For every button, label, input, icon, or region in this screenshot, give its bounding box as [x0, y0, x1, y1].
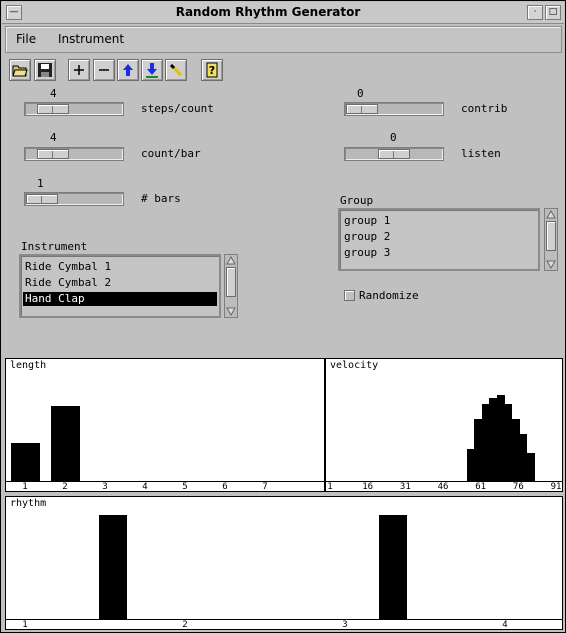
x-tick-label: 1 — [22, 482, 28, 492]
count-per-bar-value: 4 — [50, 131, 57, 144]
length-chart[interactable]: length 1 2 3 4 5 6 7 — [5, 358, 325, 492]
menu-file[interactable]: File — [16, 32, 36, 46]
bars-value: 1 — [37, 177, 44, 190]
x-tick-label: 5 — [182, 482, 188, 492]
add-button[interactable] — [68, 59, 90, 81]
x-tick-label: 2 — [62, 482, 68, 492]
x-tick-label: 7 — [262, 482, 268, 492]
slider-thumb[interactable] — [346, 104, 378, 114]
slider-thumb[interactable] — [37, 104, 69, 114]
open-button[interactable] — [9, 59, 31, 81]
list-item[interactable]: Ride Cymbal 2 — [23, 276, 217, 290]
x-tick-label: 76 — [512, 482, 524, 492]
randomize-label: Randomize — [359, 289, 419, 302]
window-menu-button[interactable]: — — [6, 5, 22, 20]
chart-bar — [99, 515, 127, 619]
scroll-down-icon[interactable] — [226, 307, 236, 316]
count-per-bar-label: count/bar — [141, 147, 201, 160]
x-tick-label: 61 — [475, 482, 487, 492]
edit-button[interactable] — [165, 59, 187, 81]
scroll-thumb[interactable] — [226, 267, 236, 297]
chart-bar — [11, 443, 40, 481]
x-tick-label: 91 — [550, 482, 562, 492]
window-title: Random Rhythm Generator — [175, 5, 361, 19]
move-up-button[interactable] — [117, 59, 139, 81]
x-tick-label: 4 — [142, 482, 148, 492]
x-tick-label: 4 — [502, 620, 508, 630]
bars-label: # bars — [141, 192, 181, 205]
chart-bar — [379, 515, 407, 619]
rhythm-chart-title: rhythm — [10, 498, 47, 509]
velocity-chart[interactable]: velocity 1 16 31 46 61 76 91 — [325, 358, 563, 492]
maximize-button[interactable]: □ — [545, 5, 561, 20]
instrument-list[interactable]: Ride Cymbal 1 Ride Cymbal 2 Hand Clap — [19, 254, 221, 318]
list-item[interactable]: Ride Cymbal 1 — [23, 260, 217, 274]
randomize-checkbox[interactable] — [344, 290, 355, 301]
help-button[interactable]: ? — [201, 59, 223, 81]
contrib-value: 0 — [357, 87, 364, 100]
slider-thumb[interactable] — [37, 149, 69, 159]
scroll-down-icon[interactable] — [546, 260, 556, 269]
x-tick-label: 46 — [437, 482, 449, 492]
x-tick-label: 2 — [182, 620, 188, 630]
steps-per-count-label: steps/count — [141, 102, 214, 115]
title-bar: — Random Rhythm Generator · □ — [2, 2, 564, 24]
scroll-up-icon[interactable] — [226, 256, 236, 265]
group-list-label: Group — [340, 194, 374, 207]
x-tick-label: 1 — [327, 482, 333, 492]
scroll-thumb[interactable] — [546, 221, 556, 251]
x-tick-label: 3 — [102, 482, 108, 492]
menu-bar: File Instrument — [5, 26, 562, 53]
steps-per-count-value: 4 — [50, 87, 57, 100]
length-chart-title: length — [10, 360, 47, 371]
instrument-list-label: Instrument — [21, 240, 88, 253]
remove-button[interactable] — [93, 59, 115, 81]
instrument-scrollbar[interactable] — [224, 254, 238, 318]
minimize-button[interactable]: · — [527, 5, 543, 20]
listen-value: 0 — [390, 131, 397, 144]
velocity-chart-title: velocity — [330, 360, 379, 371]
listen-slider[interactable] — [344, 147, 444, 161]
list-item[interactable]: group 3 — [342, 246, 536, 260]
x-axis — [6, 619, 562, 620]
x-axis — [6, 481, 324, 482]
x-tick-label: 6 — [222, 482, 228, 492]
x-tick-label: 16 — [362, 482, 374, 492]
chart-bar — [51, 406, 80, 481]
svg-text:?: ? — [209, 64, 215, 77]
chart-bar — [526, 453, 535, 481]
group-scrollbar[interactable] — [544, 208, 558, 271]
menu-instrument[interactable]: Instrument — [58, 32, 124, 46]
bars-slider[interactable] — [24, 192, 124, 206]
toolbar: ? — [5, 57, 562, 85]
list-item-selected[interactable]: Hand Clap — [23, 292, 217, 306]
list-item[interactable]: group 2 — [342, 230, 536, 244]
list-item[interactable]: group 1 — [342, 214, 536, 228]
slider-thumb[interactable] — [378, 149, 410, 159]
x-tick-label: 1 — [22, 620, 28, 630]
app-window: — Random Rhythm Generator · □ File Instr… — [0, 0, 566, 633]
rhythm-chart[interactable]: rhythm 1 2 3 4 — [5, 496, 563, 630]
save-button[interactable] — [34, 59, 56, 81]
scroll-up-icon[interactable] — [546, 210, 556, 219]
group-list[interactable]: group 1 group 2 group 3 — [338, 208, 540, 271]
x-tick-label: 3 — [342, 620, 348, 630]
count-per-bar-slider[interactable] — [24, 147, 124, 161]
contrib-slider[interactable] — [344, 102, 444, 116]
contrib-label: contrib — [461, 102, 508, 115]
slider-thumb[interactable] — [26, 194, 58, 204]
x-tick-label: 31 — [399, 482, 411, 492]
listen-label: listen — [461, 147, 501, 160]
move-down-button[interactable] — [141, 59, 163, 81]
steps-per-count-slider[interactable] — [24, 102, 124, 116]
